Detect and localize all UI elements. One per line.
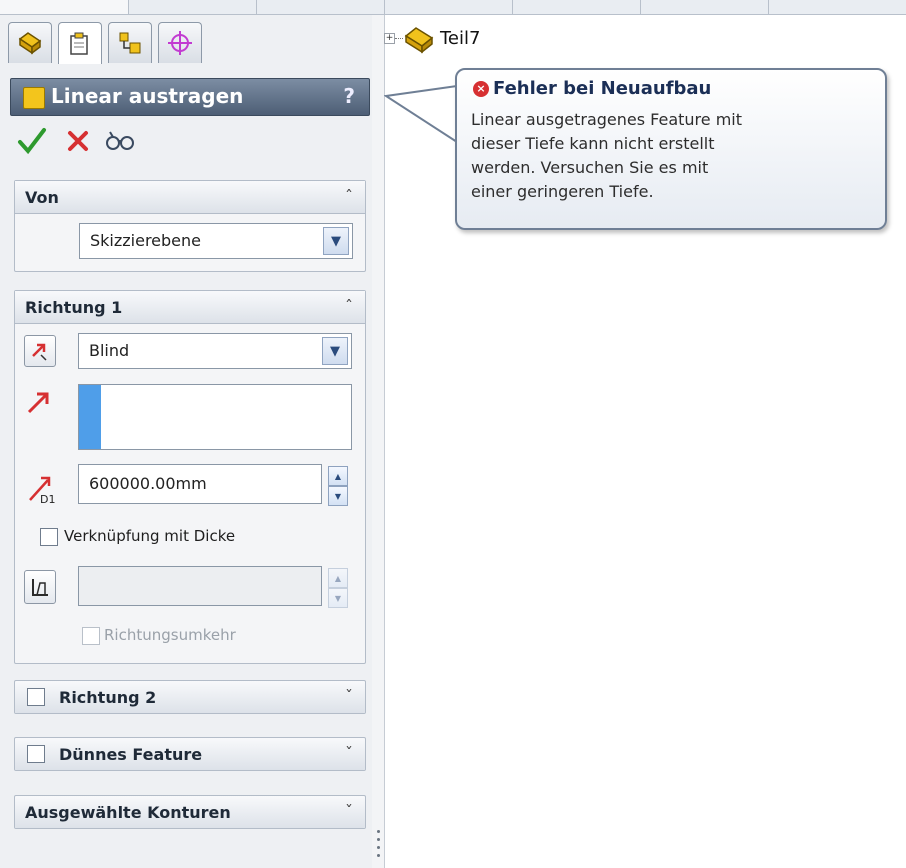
splitter-grip [377, 838, 380, 841]
dropdown-arrow-icon[interactable]: ▼ [322, 337, 348, 365]
svg-text:D1: D1 [40, 493, 55, 506]
richtung2-group: Richtung 2 ˇ [14, 680, 366, 714]
preview-glasses-icon [106, 131, 134, 150]
reverse-direction-icon [32, 343, 47, 361]
document-tab-strip [0, 0, 906, 15]
dropdown-arrow-icon[interactable]: ▼ [323, 227, 349, 255]
tab-separator [384, 0, 385, 14]
tab-separator [640, 0, 641, 14]
close-icon [68, 131, 88, 151]
start-condition-value: Skizzierebene [90, 231, 202, 250]
tooltip-title: Fehler bei Neuaufbau [493, 78, 712, 99]
tree-expand-toggle[interactable]: + [384, 33, 395, 44]
richtung1-group-header[interactable]: Richtung 1 ˆ [15, 291, 365, 324]
thin-feature-label: Dünnes Feature [59, 745, 203, 764]
von-label: Von [25, 188, 59, 207]
reverse-draft-checkbox[interactable] [82, 627, 100, 645]
tab-feature-manager[interactable] [8, 22, 52, 63]
extrude-feature-icon [23, 87, 45, 109]
direction-reference-list[interactable] [78, 384, 352, 450]
tab-separator [768, 0, 769, 14]
detailed-preview-button[interactable] [104, 125, 136, 157]
spin-up-icon[interactable]: ▲ [328, 568, 348, 588]
von-group-header[interactable]: Von ˆ [15, 181, 365, 214]
tooltip-pointer [384, 85, 458, 143]
tree-root-part[interactable]: Teil7 [440, 28, 480, 49]
help-button[interactable]: ? [343, 84, 355, 108]
depth-value: 600000.00mm [89, 474, 207, 493]
direction-arrow-icon [27, 392, 49, 414]
draft-angle-input[interactable] [78, 566, 322, 606]
depth-input[interactable]: 600000.00mm [78, 464, 322, 504]
spin-down-icon[interactable]: ▼ [328, 588, 348, 608]
property-manager-icon [70, 32, 88, 55]
draft-icon [32, 579, 48, 596]
document-tab-active[interactable] [0, 0, 129, 14]
thin-feature-group-header[interactable]: Dünnes Feature ˇ [15, 738, 365, 770]
part-icon [404, 27, 434, 54]
selection-highlight [79, 385, 101, 449]
start-condition-select[interactable]: Skizzierebene ▼ [79, 223, 353, 259]
rebuild-error-tooltip: × Fehler bei Neuaufbau Linear ausgetrage… [455, 68, 887, 230]
depth-dimension-icon: D1 [29, 476, 55, 506]
configuration-manager-icon [119, 32, 141, 54]
richtung1-label: Richtung 1 [25, 298, 123, 317]
expand-chevron-icon[interactable]: ˇ [345, 802, 353, 821]
tab-separator [256, 0, 257, 14]
tab-separator [512, 0, 513, 14]
tab-property-manager[interactable] [58, 22, 102, 64]
spin-down-icon[interactable]: ▼ [328, 486, 348, 506]
cancel-button[interactable] [62, 125, 94, 157]
merge-thickness-checkbox[interactable] [40, 528, 58, 546]
splitter-grip [377, 846, 380, 849]
expand-chevron-icon[interactable]: ˇ [345, 744, 353, 763]
expand-chevron-icon[interactable]: ˇ [345, 687, 353, 706]
thin-feature-group: Dünnes Feature ˇ [14, 737, 366, 771]
end-condition-select[interactable]: Blind ▼ [78, 333, 352, 369]
merge-thickness-label: Verknüpfung mit Dicke [64, 527, 236, 545]
feature-manager-icon [18, 32, 42, 55]
von-group: Von ˆ Skizzierebene ▼ [14, 180, 366, 272]
tooltip-message: Linear ausgetragenes Feature mit dieser … [471, 110, 743, 201]
thin-feature-checkbox[interactable] [27, 745, 45, 763]
draft-toggle-button[interactable] [24, 570, 56, 604]
splitter-grip [377, 854, 380, 857]
dimxpert-icon [168, 31, 192, 55]
selected-contours-group: Ausgewählte Konturen ˇ [14, 795, 366, 829]
collapse-chevron-icon[interactable]: ˆ [345, 187, 353, 206]
richtung2-group-header[interactable]: Richtung 2 ˇ [15, 681, 365, 713]
draft-angle-spinner[interactable]: ▲ ▼ [328, 568, 348, 608]
check-icon [18, 128, 46, 155]
richtung2-checkbox[interactable] [27, 688, 45, 706]
spin-up-icon[interactable]: ▲ [328, 466, 348, 486]
page-title: Linear austragen [51, 84, 244, 108]
tab-dimxpert-manager[interactable] [158, 22, 202, 63]
selected-contours-group-header[interactable]: Ausgewählte Konturen ˇ [15, 796, 365, 828]
property-manager-header: Linear austragen ? [10, 78, 370, 116]
collapse-chevron-icon[interactable]: ˆ [345, 297, 353, 316]
reverse-direction-button[interactable] [24, 335, 56, 367]
splitter-grip [377, 830, 380, 833]
richtung2-label: Richtung 2 [59, 688, 157, 707]
error-icon: × [473, 81, 489, 97]
reverse-draft-label: Richtungsumkehr [104, 626, 236, 644]
end-condition-value: Blind [89, 341, 130, 360]
ok-button[interactable] [16, 125, 48, 157]
tab-configuration-manager[interactable] [108, 22, 152, 63]
depth-spinner[interactable]: ▲ ▼ [328, 466, 348, 506]
selected-contours-label: Ausgewählte Konturen [25, 803, 231, 822]
